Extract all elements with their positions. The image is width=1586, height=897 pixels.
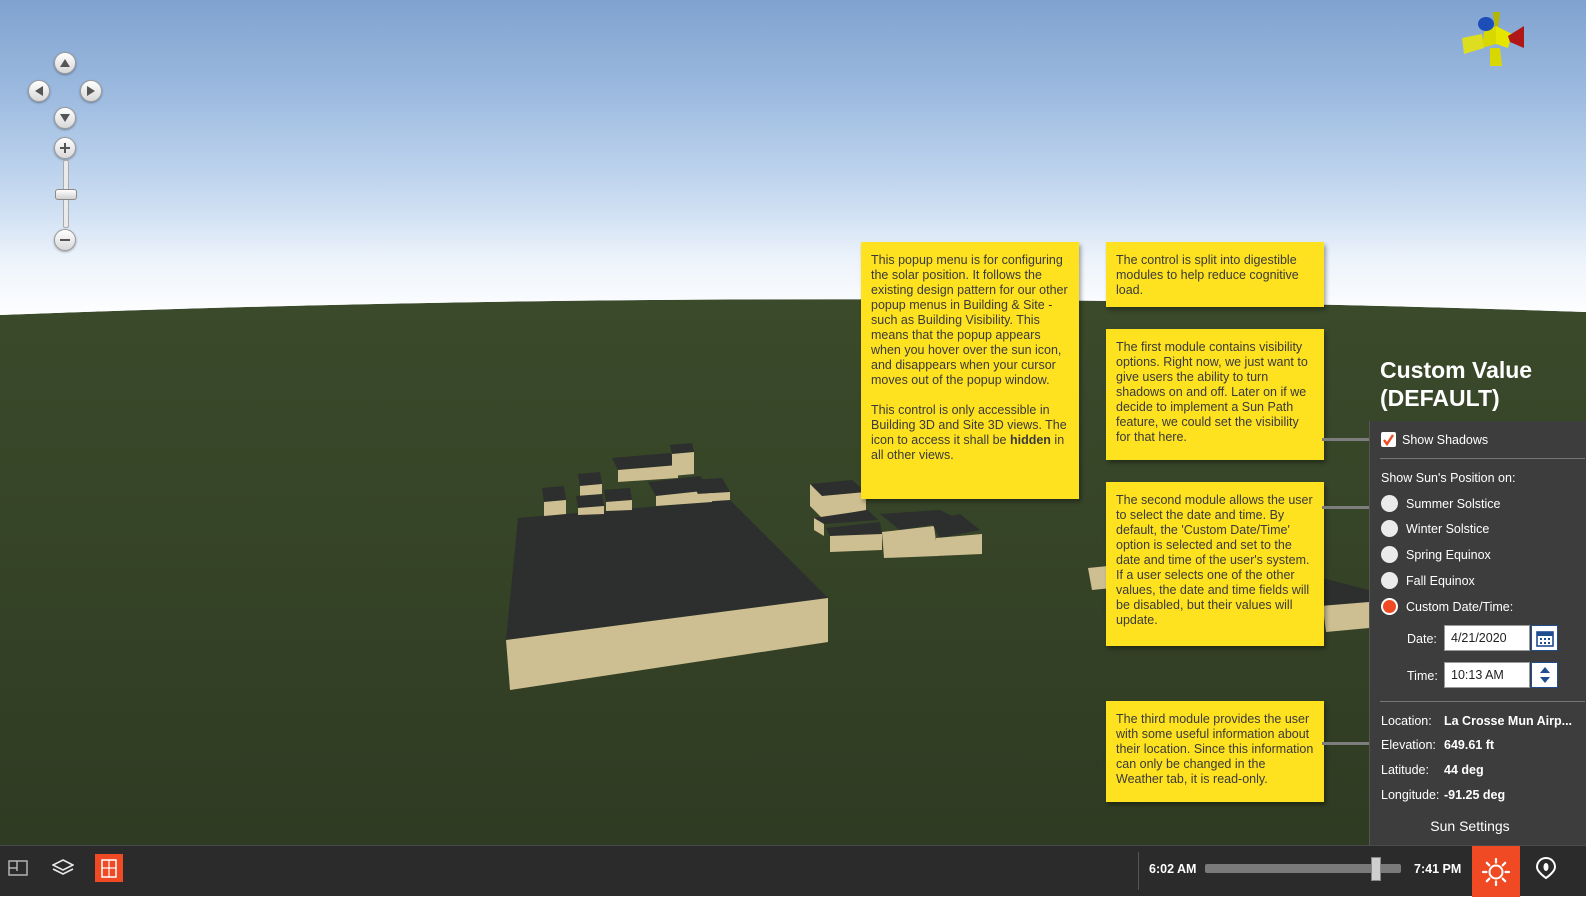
3d-viewport[interactable]: This popup menu is for configuring the s… — [0, 0, 1586, 845]
location-pin-icon — [1535, 856, 1557, 880]
zoom-out-button[interactable] — [54, 229, 76, 251]
radio-winter-solstice[interactable] — [1381, 520, 1398, 537]
date-label: Date: — [1407, 632, 1437, 646]
sky — [0, 0, 1586, 320]
date-input[interactable]: 4/21/2020 — [1444, 625, 1530, 651]
note-second-module-text: The second module allows the user to sel… — [1116, 493, 1313, 627]
option-label: Fall Equinox — [1406, 573, 1475, 588]
location-button[interactable] — [1532, 854, 1560, 882]
option-summer-solstice[interactable]: Summer Solstice — [1381, 495, 1500, 512]
popup-title: Custom Value (DEFAULT) — [1380, 356, 1532, 412]
calendar-button[interactable] — [1531, 625, 1558, 651]
latitude-value: 44 deg — [1444, 763, 1484, 777]
building-3d-button[interactable] — [95, 854, 123, 882]
radio-spring-equinox[interactable] — [1381, 546, 1398, 563]
note-third-module: The third module provides the user with … — [1106, 701, 1324, 802]
popup-title-line2: (DEFAULT) — [1380, 385, 1500, 411]
zoom-in-button[interactable] — [54, 137, 76, 159]
option-label: Custom Date/Time: — [1406, 599, 1514, 614]
latitude-label: Latitude: — [1381, 763, 1429, 777]
show-shadows-checkbox[interactable] — [1381, 432, 1396, 447]
show-shadows-label: Show Shadows — [1402, 432, 1489, 447]
layers-icon — [52, 859, 74, 875]
stepper-up-icon[interactable] — [1539, 665, 1551, 675]
note-first-module-text: The first module contains visibility opt… — [1116, 340, 1308, 444]
minus-icon — [60, 239, 70, 241]
note-modules-text: The control is split into digestible mod… — [1116, 253, 1299, 297]
location-value: La Crosse Mun Airp... — [1444, 714, 1573, 728]
popup-title-line1: Custom Value — [1380, 357, 1533, 383]
note-third-module-text: The third module provides the user with … — [1116, 712, 1314, 786]
sunrise-time: 6:02 AM — [1149, 862, 1197, 876]
pan-down-icon — [60, 114, 70, 122]
arrow-first-module — [1322, 433, 1378, 445]
location-label: Location: — [1381, 714, 1432, 728]
divider — [1138, 852, 1139, 890]
option-fall-equinox[interactable]: Fall Equinox — [1381, 572, 1475, 589]
sun-position-heading: Show Sun's Position on: — [1381, 471, 1516, 485]
layers-button[interactable] — [49, 854, 77, 882]
pan-right-icon — [87, 86, 95, 96]
pan-down-button[interactable] — [54, 107, 76, 129]
option-winter-solstice[interactable]: Winter Solstice — [1381, 520, 1489, 537]
divider — [1380, 458, 1585, 459]
option-custom-datetime[interactable]: Custom Date/Time: — [1381, 598, 1513, 615]
radio-fall-equinox[interactable] — [1381, 572, 1398, 589]
option-spring-equinox[interactable]: Spring Equinox — [1381, 546, 1491, 563]
option-label: Spring Equinox — [1406, 547, 1491, 562]
show-shadows-row[interactable]: Show Shadows — [1381, 432, 1488, 447]
arrow-second-module — [1322, 501, 1378, 513]
sunset-time: 7:41 PM — [1414, 862, 1462, 876]
longitude-value: -91.25 deg — [1444, 788, 1506, 802]
floor-plan-icon — [8, 860, 28, 876]
option-label: Summer Solstice — [1406, 496, 1501, 511]
note-popup-intro: This popup menu is for configuring the s… — [861, 242, 1079, 499]
note-popup-intro-text: This popup menu is for configuring the s… — [871, 253, 1068, 387]
pan-right-button[interactable] — [80, 80, 102, 102]
sun-settings-popup: Show Shadows Show Sun's Position on: Sum… — [1369, 421, 1586, 845]
orientation-gizmo-icon[interactable] — [1460, 8, 1528, 70]
stepper-down-icon[interactable] — [1539, 675, 1551, 685]
time-of-day-slider-thumb[interactable] — [1370, 857, 1381, 881]
building-3d-icon — [101, 859, 117, 878]
longitude-label: Longitude: — [1381, 788, 1440, 802]
note-second-module: The second module allows the user to sel… — [1106, 482, 1324, 646]
time-input[interactable]: 10:13 AM — [1444, 662, 1530, 688]
note-modules: The control is split into digestible mod… — [1106, 242, 1324, 307]
pan-up-icon — [60, 59, 70, 67]
time-label: Time: — [1407, 669, 1438, 683]
pan-up-button[interactable] — [54, 52, 76, 74]
zoom-slider-thumb[interactable] — [55, 189, 77, 200]
option-label: Winter Solstice — [1406, 521, 1490, 536]
divider — [1380, 701, 1585, 702]
note-access-bold: hidden — [1009, 433, 1051, 447]
sun-settings-button[interactable] — [1472, 846, 1520, 897]
sun-settings-footer: Sun Settings — [1430, 818, 1510, 834]
elevation-value: 649.61 ft — [1444, 738, 1495, 752]
arrow-third-module — [1322, 737, 1378, 749]
radio-summer-solstice[interactable] — [1381, 495, 1398, 512]
radio-custom-datetime[interactable] — [1381, 598, 1398, 615]
plus-icon — [60, 143, 70, 153]
calendar-icon — [1535, 631, 1554, 647]
pan-left-icon — [35, 86, 43, 96]
view-2d-button[interactable] — [4, 854, 32, 882]
bottom-toolbar: 6:02 AM 7:41 PM — [0, 845, 1586, 897]
elevation-label: Elevation: — [1381, 738, 1436, 752]
sun-icon — [1481, 857, 1511, 886]
pan-left-button[interactable] — [28, 80, 50, 102]
time-stepper[interactable] — [1531, 662, 1558, 688]
checkmark-icon — [1383, 434, 1394, 446]
note-access-text: This control is only accessible in Build… — [871, 403, 1069, 463]
note-first-module: The first module contains visibility opt… — [1106, 329, 1324, 460]
